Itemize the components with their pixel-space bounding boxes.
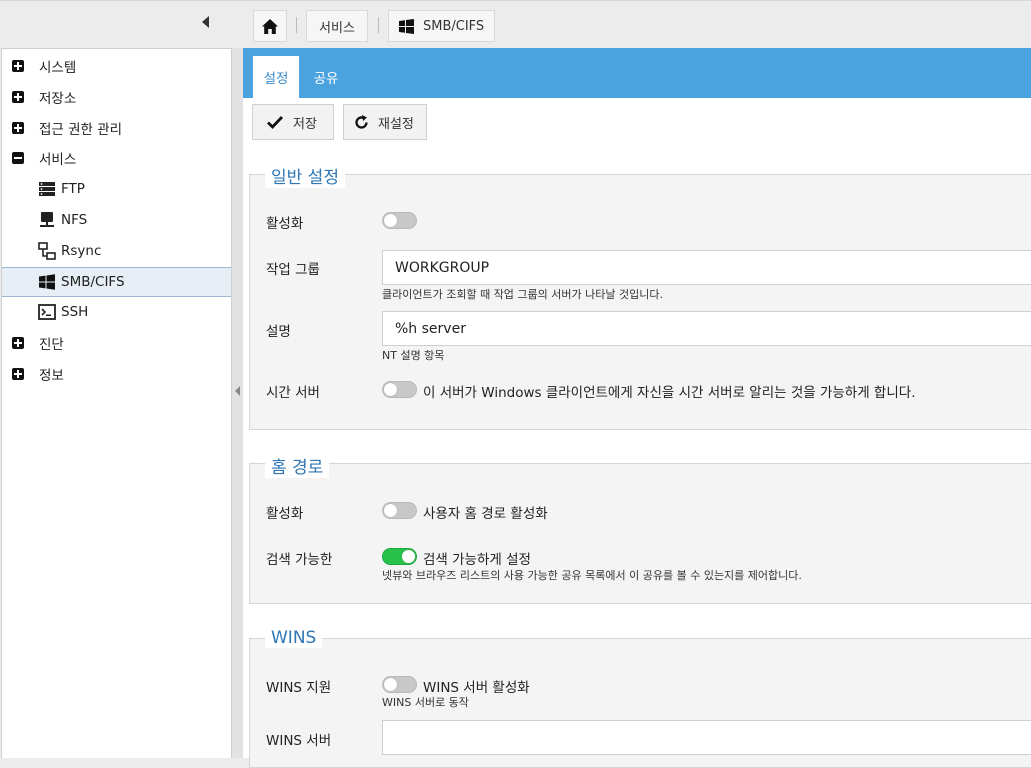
time-server-label: 시간 서버 bbox=[266, 385, 320, 401]
save-button[interactable]: 저장 bbox=[252, 104, 334, 140]
sidebar-nav-tree: 시스템 저장소 접근 권한 관리 서비스 FTP NFS Rsync SMB/C… bbox=[1, 48, 232, 758]
tab-settings[interactable]: 설정 bbox=[253, 56, 299, 98]
description-help: NT 설명 항목 bbox=[382, 349, 445, 362]
sidebar-item-info[interactable]: 정보 bbox=[2, 359, 231, 389]
home-enable-toggle[interactable] bbox=[382, 502, 417, 519]
main-panel: 설정 공유 저장 재설정 일반 설정 활성화 작업 그룹 WORKGROUP 클… bbox=[243, 48, 1031, 768]
sidebar-item-label: NFS bbox=[61, 212, 88, 228]
sidebar-item-smb[interactable]: SMB/CIFS bbox=[2, 267, 231, 297]
wins-support-toggle[interactable] bbox=[382, 676, 417, 693]
home-icon bbox=[262, 18, 278, 34]
sidebar-item-label: 서비스 bbox=[39, 152, 77, 168]
minus-square-icon[interactable] bbox=[12, 152, 24, 164]
wins-title: WINS bbox=[265, 628, 323, 648]
sidebar-item-ssh[interactable]: SSH bbox=[2, 297, 231, 327]
collapse-left-icon[interactable] bbox=[235, 386, 240, 396]
time-server-text: 이 서버가 Windows 클라이언트에게 자신을 시간 서버로 알리는 것을 … bbox=[423, 385, 916, 401]
collapse-sidebar-icon[interactable] bbox=[202, 16, 209, 28]
sidebar-item-storage[interactable]: 저장소 bbox=[2, 82, 231, 112]
top-bar: 서비스 SMB/CIFS bbox=[0, 0, 1031, 48]
plus-square-icon[interactable] bbox=[12, 122, 24, 134]
workgroup-input[interactable]: WORKGROUP bbox=[382, 250, 1031, 285]
enable-toggle[interactable] bbox=[382, 212, 417, 229]
browseable-text: 검색 가능하게 설정 bbox=[423, 552, 531, 568]
panel-splitter[interactable] bbox=[232, 48, 243, 758]
sidebar-item-rsync[interactable]: Rsync bbox=[2, 236, 231, 266]
breadcrumb-home[interactable] bbox=[253, 10, 287, 42]
breadcrumb-services-label: 서비스 bbox=[319, 20, 355, 36]
wins-support-help: WINS 서버로 동작 bbox=[382, 696, 469, 709]
workgroup-label: 작업 그룹 bbox=[266, 262, 320, 278]
sync-network-icon bbox=[38, 242, 56, 260]
sidebar-item-label: 저장소 bbox=[39, 91, 77, 107]
sidebar-item-access-control[interactable]: 접근 권한 관리 bbox=[2, 113, 231, 143]
breadcrumb-separator bbox=[296, 17, 297, 33]
windows-icon bbox=[39, 274, 55, 290]
refresh-icon bbox=[355, 114, 368, 129]
sidebar-item-services[interactable]: 서비스 bbox=[2, 143, 231, 173]
wins-support-text: WINS 서버 활성화 bbox=[423, 680, 530, 696]
plus-square-icon[interactable] bbox=[12, 91, 24, 103]
sidebar-item-label: 접근 권한 관리 bbox=[39, 122, 123, 138]
plus-square-icon[interactable] bbox=[12, 337, 24, 349]
windows-icon bbox=[399, 18, 414, 34]
reset-button-label: 재설정 bbox=[378, 116, 414, 132]
wins-server-input[interactable] bbox=[382, 720, 1031, 755]
sidebar-item-system[interactable]: 시스템 bbox=[2, 51, 231, 81]
browseable-toggle[interactable] bbox=[382, 548, 417, 565]
breadcrumb-smb[interactable]: SMB/CIFS bbox=[388, 10, 495, 42]
tab-bar: 설정 공유 bbox=[243, 48, 1031, 98]
time-server-toggle[interactable] bbox=[382, 381, 417, 398]
wins-support-label: WINS 지원 bbox=[266, 680, 332, 696]
tab-shares-label: 공유 bbox=[313, 71, 339, 87]
sidebar-item-diagnostics[interactable]: 진단 bbox=[2, 328, 231, 358]
home-enable-text: 사용자 홈 경로 활성화 bbox=[423, 506, 548, 522]
terminal-icon bbox=[38, 304, 56, 320]
home-enable-label: 활성화 bbox=[266, 506, 304, 522]
save-button-label: 저장 bbox=[293, 116, 317, 132]
browseable-label: 검색 가능한 bbox=[266, 552, 333, 568]
sidebar-item-label: FTP bbox=[61, 181, 85, 197]
check-icon bbox=[267, 116, 283, 129]
breadcrumb-services[interactable]: 서비스 bbox=[306, 10, 368, 42]
sidebar-item-label: 진단 bbox=[39, 337, 64, 353]
plus-square-icon[interactable] bbox=[12, 60, 24, 72]
sidebar-item-label: 정보 bbox=[39, 368, 64, 384]
network-drive-icon bbox=[40, 212, 54, 227]
description-label: 설명 bbox=[266, 324, 291, 340]
sidebar-item-label: SSH bbox=[61, 304, 89, 320]
sidebar-item-label: 시스템 bbox=[39, 60, 77, 76]
enable-label: 활성화 bbox=[266, 216, 304, 232]
general-settings-title: 일반 설정 bbox=[265, 163, 345, 188]
home-directory-title: 홈 경로 bbox=[265, 453, 330, 478]
breadcrumb-separator bbox=[378, 17, 379, 33]
tab-settings-label: 설정 bbox=[263, 71, 289, 87]
sidebar-item-label: SMB/CIFS bbox=[61, 274, 125, 290]
tab-shares[interactable]: 공유 bbox=[305, 56, 347, 98]
workgroup-help: 클라이언트가 조회할 때 작업 그룹의 서버가 나타날 것입니다. bbox=[382, 288, 663, 301]
sidebar-item-label: Rsync bbox=[61, 243, 102, 259]
browseable-help: 넷뷰와 브라우즈 리스트의 사용 가능한 공유 목록에서 이 공유를 볼 수 있… bbox=[382, 569, 802, 582]
reset-button[interactable]: 재설정 bbox=[343, 104, 427, 140]
breadcrumb-current-label: SMB/CIFS bbox=[423, 18, 485, 34]
sidebar-item-nfs[interactable]: NFS bbox=[2, 205, 231, 235]
server-icon bbox=[39, 182, 55, 196]
plus-square-icon[interactable] bbox=[12, 368, 24, 380]
wins-server-label: WINS 서버 bbox=[266, 733, 332, 749]
sidebar-item-ftp[interactable]: FTP bbox=[2, 174, 231, 204]
description-input[interactable]: %h server bbox=[382, 311, 1031, 346]
